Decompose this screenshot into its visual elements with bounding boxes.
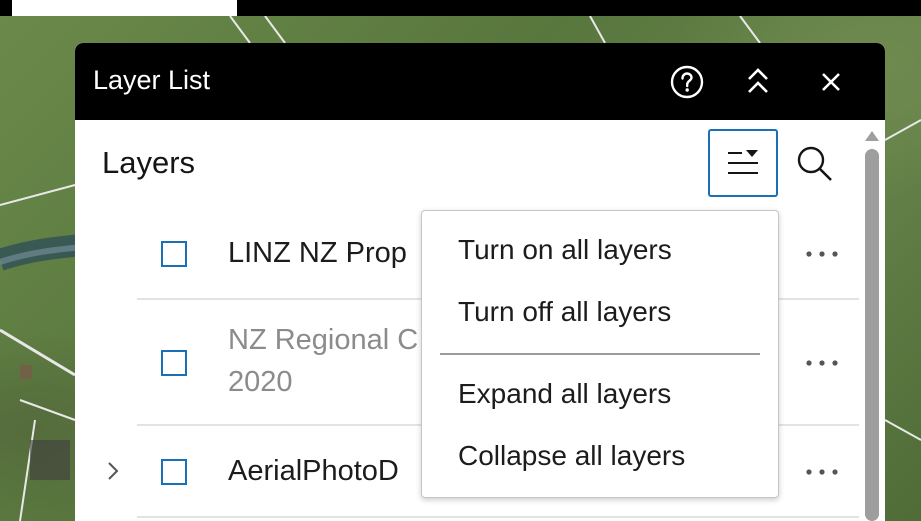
- chevron-right-icon: [108, 462, 119, 480]
- help-button[interactable]: [667, 62, 707, 102]
- panel-title: Layer List: [93, 65, 211, 95]
- menu-item-turn-on-all[interactable]: Turn on all layers: [458, 233, 672, 267]
- layer-more-options-button[interactable]: [802, 461, 842, 483]
- layer-visibility-checkbox[interactable]: [161, 350, 187, 376]
- close-button[interactable]: [811, 62, 851, 102]
- layer-options-menu: Turn on all layers Turn off all layers E…: [421, 210, 779, 498]
- collapse-button[interactable]: [738, 62, 778, 102]
- search-button[interactable]: [791, 138, 839, 190]
- layer-more-options-button[interactable]: [802, 352, 842, 374]
- expand-layer-button[interactable]: [101, 456, 125, 486]
- top-bar-field: [12, 0, 237, 16]
- layer-visibility-checkbox[interactable]: [161, 459, 187, 485]
- layer-label: AerialPhotoD: [228, 455, 399, 487]
- more-dots-icon: [806, 469, 838, 475]
- layer-visibility-checkbox[interactable]: [161, 241, 187, 267]
- layer-label: NZ Regional C: [228, 324, 419, 356]
- layers-heading: Layers: [102, 145, 196, 180]
- help-circle-icon: [670, 65, 704, 99]
- layer-more-options-button[interactable]: [802, 243, 842, 265]
- panel-header: Layer List: [75, 43, 885, 120]
- menu-item-expand-all[interactable]: Expand all layers: [458, 377, 671, 411]
- layer-list-options-icon: [728, 150, 758, 174]
- close-icon: [822, 73, 840, 91]
- menu-divider: [440, 353, 760, 355]
- menu-item-collapse-all[interactable]: Collapse all layers: [458, 439, 685, 473]
- menu-item-turn-off-all[interactable]: Turn off all layers: [458, 295, 671, 329]
- scrollbar-thumb[interactable]: [865, 149, 879, 521]
- layer-label: LINZ NZ Prop: [228, 237, 407, 269]
- more-dots-icon: [806, 360, 838, 366]
- search-icon: [797, 146, 832, 181]
- more-dots-icon: [806, 251, 838, 257]
- row-divider: [137, 516, 859, 518]
- layer-options-button[interactable]: [708, 129, 778, 197]
- chevrons-up-icon: [748, 68, 768, 93]
- layer-label-line2: 2020: [228, 366, 293, 398]
- scroll-up-arrow-icon[interactable]: [863, 130, 881, 142]
